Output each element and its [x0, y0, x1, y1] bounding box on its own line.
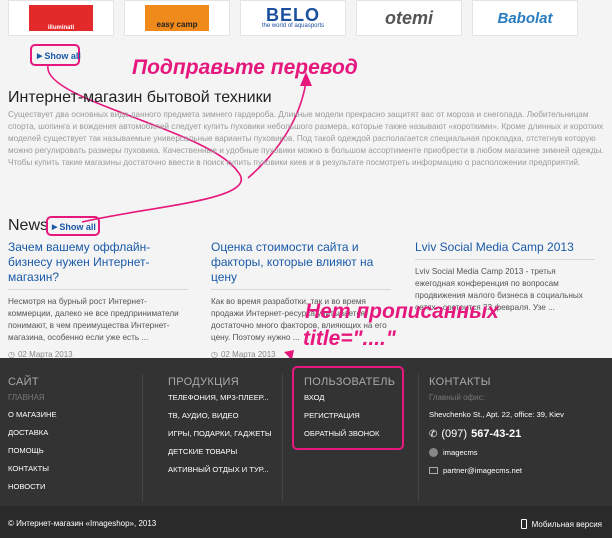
footer-col-contacts: КОНТАКТЫ Главный офис: Shevchenko St., A… [429, 376, 564, 475]
footer-link[interactable]: ТЕЛЕФОНИЯ, МР3-ПЛЕЕР... [168, 393, 272, 402]
footer-col-products: ПРОДУКЦИЯ ТЕЛЕФОНИЯ, МР3-ПЛЕЕР... ТВ, АУ… [168, 376, 272, 483]
annotation-translate: Подправьте перевод [132, 56, 358, 79]
brand-text: illuminati [47, 25, 75, 31]
phone: ✆ (097) 567-43-21 [429, 428, 564, 440]
mobile-phone-icon [520, 519, 527, 529]
footer-col-site: САЙТ ГЛАВНАЯ О МАГАЗИНЕ ДОСТАВКА ПОМОЩЬ … [8, 376, 57, 500]
news-heading: News [8, 217, 49, 234]
mobile-version-label: Мобильная версия [531, 519, 602, 529]
brand-text: otemi [384, 7, 433, 28]
phone-code: (097) [441, 428, 468, 440]
phone-number: 567-43-21 [471, 428, 522, 440]
footer-link[interactable]: КОНТАКТЫ [8, 464, 57, 473]
footer-link-home[interactable]: ГЛАВНАЯ [8, 393, 57, 402]
store-heading: Интернет-магазин бытовой техники [8, 89, 272, 106]
footer-link-register[interactable]: РЕГИСТРАЦИЯ [304, 411, 395, 420]
brand-logo-belo[interactable]: BELO the world of aquasports [240, 0, 346, 36]
brand-logo-illuminati[interactable]: illuminati [8, 0, 114, 36]
brand-text: easy camp [156, 20, 198, 29]
skype-icon [429, 448, 438, 457]
footer-divider [418, 374, 419, 502]
triangle-right-icon: ▶ [37, 53, 43, 60]
footer-link[interactable]: О МАГАЗИНЕ [8, 410, 57, 419]
phone-icon: ✆ [429, 428, 438, 440]
footer-link[interactable]: ДОСТАВКА [8, 428, 57, 437]
brand-logo-otemi[interactable]: otemi [356, 0, 462, 36]
copyright: © Интернет-магазин «Imageshop», 2013 [8, 519, 157, 528]
footer-heading: ПРОДУКЦИЯ [168, 376, 239, 388]
email-link[interactable]: partner@imagecms.net [443, 466, 522, 475]
footer-bottom-bar: © Интернет-магазин «Imageshop», 2013 Моб… [0, 506, 612, 538]
brands-strip: illuminati easy camp BELO the world of a… [8, 0, 604, 36]
footer-heading: КОНТАКТЫ [429, 376, 491, 388]
news-excerpt: Несмотря на бурный рост Интернет-коммерц… [8, 297, 179, 342]
brand-text: BELO [265, 5, 320, 25]
footer-link-login[interactable]: ВХОД [304, 393, 395, 402]
site-footer: САЙТ ГЛАВНАЯ О МАГАЗИНЕ ДОСТАВКА ПОМОЩЬ … [0, 358, 612, 538]
brand-logo-babolat[interactable]: Babolat [472, 0, 578, 36]
brands-show-all-link[interactable]: ▶ Show all [37, 51, 81, 61]
footer-heading: ПОЛЬЗОВАТЕЛЬ [304, 376, 396, 388]
divider [8, 289, 188, 290]
news-title-link[interactable]: Lviv Social Media Camp 2013 [415, 240, 595, 255]
annotation-no-title-line2: title="...." [303, 327, 396, 350]
news-title-link[interactable]: Оценка стоимости сайта и факторы, которы… [211, 240, 391, 285]
email-row: partner@imagecms.net [429, 466, 564, 475]
footer-link[interactable]: АКТИВНЫЙ ОТДЫХ И ТУР... [168, 465, 272, 474]
divider [415, 259, 595, 260]
office-label: Главный офис: [429, 393, 485, 402]
brand-logo-easycamp[interactable]: easy camp [124, 0, 230, 36]
triangle-right-icon: ▶ [52, 224, 58, 231]
show-all-label: Show all [59, 222, 96, 232]
annotation-no-title-line1: Нет прописанных [305, 300, 499, 323]
store-intro-text: Существует два основных вида данного пре… [8, 110, 604, 167]
news-show-all-link[interactable]: ▶ Show all [52, 222, 96, 232]
footer-col-user: ПОЛЬЗОВАТЕЛЬ ВХОД РЕГИСТРАЦИЯ ОБРАТНЫЙ З… [304, 376, 395, 447]
brand-tagline: the world of aquasports [261, 23, 325, 29]
footer-link[interactable]: ПОМОЩЬ [8, 446, 57, 455]
footer-link[interactable]: ИГРЫ, ПОДАРКИ, ГАДЖЕТЫ [168, 429, 272, 438]
mail-icon [429, 467, 438, 474]
footer-divider [142, 374, 143, 502]
skype-row: imagecms [429, 448, 564, 457]
skype-link[interactable]: imagecms [443, 448, 478, 457]
news-item: Зачем вашему оффлайн-бизнесу нужен Интер… [8, 240, 188, 359]
footer-link[interactable]: ДЕТСКИЕ ТОВАРЫ [168, 447, 272, 456]
footer-link[interactable]: ТВ, АУДИО, ВИДЕО [168, 411, 272, 420]
divider [211, 289, 391, 290]
footer-heading: САЙТ [8, 376, 39, 388]
brand-text: Babolat [497, 9, 553, 27]
show-all-label: Show all [44, 51, 81, 61]
footer-link-callback[interactable]: ОБРАТНЫЙ ЗВОНОК [304, 429, 395, 438]
mobile-version-link[interactable]: Мобильная версия [520, 519, 602, 529]
office-address: Shevchenko St., Apt. 22, office: 39, Kie… [429, 410, 564, 419]
news-title-link[interactable]: Зачем вашему оффлайн-бизнесу нужен Интер… [8, 240, 188, 285]
footer-divider [282, 374, 283, 502]
footer-link[interactable]: НОВОСТИ [8, 482, 57, 491]
